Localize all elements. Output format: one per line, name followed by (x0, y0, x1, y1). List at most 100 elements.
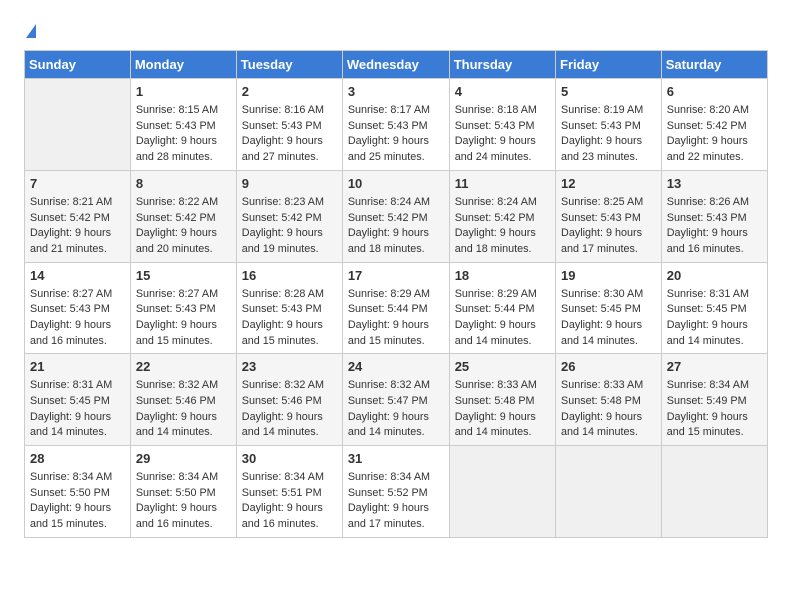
logo (24, 24, 36, 40)
day-number: 21 (30, 358, 125, 376)
day-number: 2 (242, 83, 337, 101)
day-info: Sunrise: 8:27 AMSunset: 5:43 PMDaylight:… (30, 287, 125, 350)
calendar-week-row: 14 Sunrise: 8:27 AMSunset: 5:43 PMDayligh… (25, 262, 768, 354)
day-info: Sunrise: 8:31 AMSunset: 5:45 PMDaylight:… (667, 287, 762, 350)
day-number: 16 (242, 267, 337, 285)
calendar-cell: 11 Sunrise: 8:24 AMSunset: 5:42 PMDayligh… (449, 170, 555, 262)
day-info: Sunrise: 8:23 AMSunset: 5:42 PMDaylight:… (242, 195, 337, 258)
calendar-cell (25, 79, 131, 171)
day-number: 4 (455, 83, 550, 101)
page-header (24, 20, 768, 40)
day-info: Sunrise: 8:24 AMSunset: 5:42 PMDaylight:… (455, 195, 550, 258)
calendar-cell: 9 Sunrise: 8:23 AMSunset: 5:42 PMDaylight… (236, 170, 342, 262)
calendar-cell: 3 Sunrise: 8:17 AMSunset: 5:43 PMDaylight… (342, 79, 449, 171)
col-header-thursday: Thursday (449, 51, 555, 79)
calendar-cell: 1 Sunrise: 8:15 AMSunset: 5:43 PMDaylight… (130, 79, 236, 171)
calendar-cell: 8 Sunrise: 8:22 AMSunset: 5:42 PMDaylight… (130, 170, 236, 262)
day-number: 8 (136, 175, 231, 193)
calendar-cell: 24 Sunrise: 8:32 AMSunset: 5:47 PMDayligh… (342, 354, 449, 446)
day-info: Sunrise: 8:33 AMSunset: 5:48 PMDaylight:… (561, 378, 656, 441)
calendar-cell: 29 Sunrise: 8:34 AMSunset: 5:50 PMDayligh… (130, 446, 236, 538)
calendar-cell (661, 446, 767, 538)
day-number: 11 (455, 175, 550, 193)
day-info: Sunrise: 8:27 AMSunset: 5:43 PMDaylight:… (136, 287, 231, 350)
day-number: 27 (667, 358, 762, 376)
day-info: Sunrise: 8:34 AMSunset: 5:51 PMDaylight:… (242, 470, 337, 533)
calendar-cell: 5 Sunrise: 8:19 AMSunset: 5:43 PMDaylight… (556, 79, 662, 171)
day-info: Sunrise: 8:31 AMSunset: 5:45 PMDaylight:… (30, 378, 125, 441)
calendar-cell: 22 Sunrise: 8:32 AMSunset: 5:46 PMDayligh… (130, 354, 236, 446)
day-info: Sunrise: 8:34 AMSunset: 5:50 PMDaylight:… (30, 470, 125, 533)
calendar-cell: 16 Sunrise: 8:28 AMSunset: 5:43 PMDayligh… (236, 262, 342, 354)
day-number: 7 (30, 175, 125, 193)
calendar-cell: 26 Sunrise: 8:33 AMSunset: 5:48 PMDayligh… (556, 354, 662, 446)
calendar-cell: 4 Sunrise: 8:18 AMSunset: 5:43 PMDaylight… (449, 79, 555, 171)
day-info: Sunrise: 8:34 AMSunset: 5:50 PMDaylight:… (136, 470, 231, 533)
calendar-cell: 14 Sunrise: 8:27 AMSunset: 5:43 PMDayligh… (25, 262, 131, 354)
day-info: Sunrise: 8:17 AMSunset: 5:43 PMDaylight:… (348, 103, 444, 166)
calendar-cell: 12Sunrise: 8:25 AMSunset: 5:43 PMDayligh… (556, 170, 662, 262)
day-info: Sunrise: 8:22 AMSunset: 5:42 PMDaylight:… (136, 195, 231, 258)
calendar-cell: 28 Sunrise: 8:34 AMSunset: 5:50 PMDayligh… (25, 446, 131, 538)
day-info: Sunrise: 8:33 AMSunset: 5:48 PMDaylight:… (455, 378, 550, 441)
day-number: 1 (136, 83, 231, 101)
day-number: 26 (561, 358, 656, 376)
day-number: 30 (242, 450, 337, 468)
day-number: 28 (30, 450, 125, 468)
calendar-table: SundayMondayTuesdayWednesdayThursdayFrid… (24, 50, 768, 538)
day-number: 18 (455, 267, 550, 285)
day-info: Sunrise: 8:29 AMSunset: 5:44 PMDaylight:… (348, 287, 444, 350)
day-number: 20 (667, 267, 762, 285)
day-number: 23 (242, 358, 337, 376)
calendar-cell (449, 446, 555, 538)
day-info: Sunrise: 8:29 AMSunset: 5:44 PMDaylight:… (455, 287, 550, 350)
calendar-cell: 27 Sunrise: 8:34 AMSunset: 5:49 PMDayligh… (661, 354, 767, 446)
day-number: 13 (667, 175, 762, 193)
calendar-cell: 23 Sunrise: 8:32 AMSunset: 5:46 PMDayligh… (236, 354, 342, 446)
day-info: Sunrise: 8:26 AMSunset: 5:43 PMDaylight:… (667, 195, 762, 258)
calendar-cell: 17 Sunrise: 8:29 AMSunset: 5:44 PMDayligh… (342, 262, 449, 354)
day-info: Sunrise: 8:20 AMSunset: 5:42 PMDaylight:… (667, 103, 762, 166)
calendar-cell: 25 Sunrise: 8:33 AMSunset: 5:48 PMDayligh… (449, 354, 555, 446)
calendar-week-row: 21 Sunrise: 8:31 AMSunset: 5:45 PMDayligh… (25, 354, 768, 446)
day-info: Sunrise: 8:32 AMSunset: 5:46 PMDaylight:… (136, 378, 231, 441)
day-number: 24 (348, 358, 444, 376)
day-number: 10 (348, 175, 444, 193)
logo-triangle-icon (26, 24, 36, 38)
calendar-header-row: SundayMondayTuesdayWednesdayThursdayFrid… (25, 51, 768, 79)
col-header-sunday: Sunday (25, 51, 131, 79)
day-info: Sunrise: 8:25 AMSunset: 5:43 PMDaylight:… (561, 195, 656, 258)
day-info: Sunrise: 8:21 AMSunset: 5:42 PMDaylight:… (30, 195, 125, 258)
calendar-cell: 6Sunrise: 8:20 AMSunset: 5:42 PMDaylight… (661, 79, 767, 171)
day-number: 17 (348, 267, 444, 285)
calendar-cell: 10Sunrise: 8:24 AMSunset: 5:42 PMDayligh… (342, 170, 449, 262)
day-number: 9 (242, 175, 337, 193)
day-info: Sunrise: 8:28 AMSunset: 5:43 PMDaylight:… (242, 287, 337, 350)
day-number: 3 (348, 83, 444, 101)
day-number: 25 (455, 358, 550, 376)
day-info: Sunrise: 8:34 AMSunset: 5:52 PMDaylight:… (348, 470, 444, 533)
calendar-week-row: 28 Sunrise: 8:34 AMSunset: 5:50 PMDayligh… (25, 446, 768, 538)
calendar-week-row: 1 Sunrise: 8:15 AMSunset: 5:43 PMDaylight… (25, 79, 768, 171)
day-info: Sunrise: 8:32 AMSunset: 5:47 PMDaylight:… (348, 378, 444, 441)
col-header-monday: Monday (130, 51, 236, 79)
day-info: Sunrise: 8:16 AMSunset: 5:43 PMDaylight:… (242, 103, 337, 166)
day-info: Sunrise: 8:15 AMSunset: 5:43 PMDaylight:… (136, 103, 231, 166)
calendar-cell: 20 Sunrise: 8:31 AMSunset: 5:45 PMDayligh… (661, 262, 767, 354)
day-number: 22 (136, 358, 231, 376)
day-info: Sunrise: 8:32 AMSunset: 5:46 PMDaylight:… (242, 378, 337, 441)
calendar-cell: 13 Sunrise: 8:26 AMSunset: 5:43 PMDayligh… (661, 170, 767, 262)
day-info: Sunrise: 8:18 AMSunset: 5:43 PMDaylight:… (455, 103, 550, 166)
day-number: 19 (561, 267, 656, 285)
calendar-cell: 30 Sunrise: 8:34 AMSunset: 5:51 PMDayligh… (236, 446, 342, 538)
day-number: 15 (136, 267, 231, 285)
day-number: 29 (136, 450, 231, 468)
day-info: Sunrise: 8:19 AMSunset: 5:43 PMDaylight:… (561, 103, 656, 166)
col-header-wednesday: Wednesday (342, 51, 449, 79)
day-number: 14 (30, 267, 125, 285)
calendar-cell: 15 Sunrise: 8:27 AMSunset: 5:43 PMDayligh… (130, 262, 236, 354)
day-info: Sunrise: 8:34 AMSunset: 5:49 PMDaylight:… (667, 378, 762, 441)
calendar-cell: 31Sunrise: 8:34 AMSunset: 5:52 PMDayligh… (342, 446, 449, 538)
day-number: 5 (561, 83, 656, 101)
calendar-cell: 18 Sunrise: 8:29 AMSunset: 5:44 PMDayligh… (449, 262, 555, 354)
